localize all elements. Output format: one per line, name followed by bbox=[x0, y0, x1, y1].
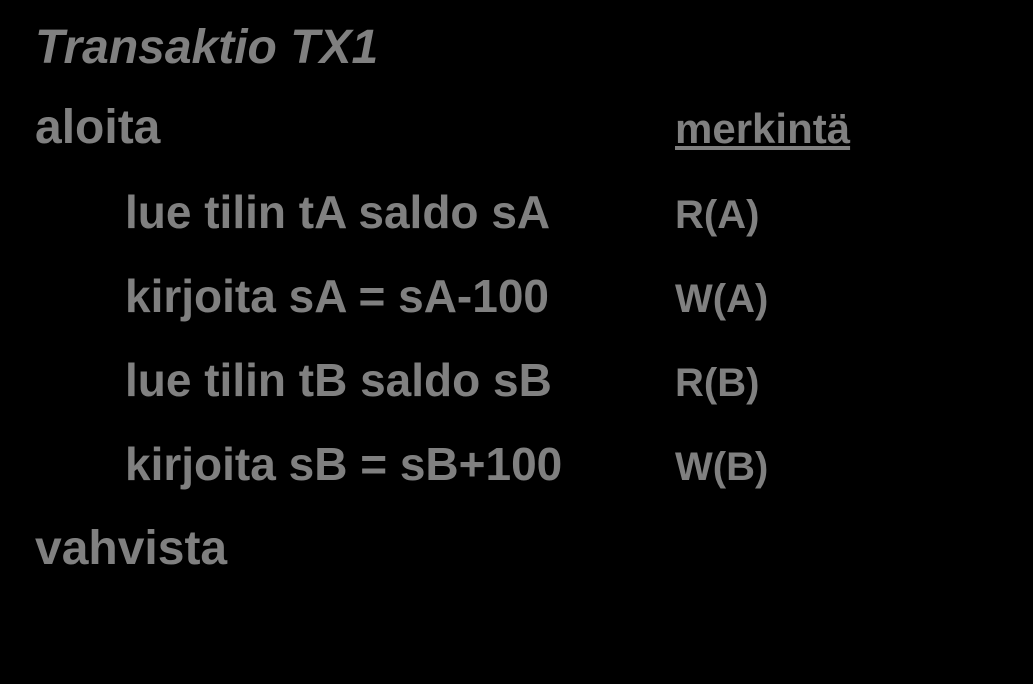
step-notation: W(B) bbox=[675, 445, 768, 490]
step-notation: R(A) bbox=[675, 193, 759, 238]
notation-header: merkintä bbox=[675, 105, 850, 153]
step-notation: W(A) bbox=[675, 277, 768, 322]
step-text: kirjoita sB = sB+100 bbox=[125, 437, 675, 491]
begin-keyword: aloita bbox=[35, 100, 675, 155]
step-row: lue tilin tB saldo sB R(B) bbox=[35, 353, 998, 407]
header-row: aloita merkintä bbox=[35, 100, 998, 155]
step-row: lue tilin tA saldo sA R(A) bbox=[35, 185, 998, 239]
step-text: lue tilin tB saldo sB bbox=[125, 353, 675, 407]
step-text: lue tilin tA saldo sA bbox=[125, 185, 675, 239]
step-row: kirjoita sB = sB+100 W(B) bbox=[35, 437, 998, 491]
step-row: kirjoita sA = sA-100 W(A) bbox=[35, 269, 998, 323]
step-text: kirjoita sA = sA-100 bbox=[125, 269, 675, 323]
end-keyword: vahvista bbox=[35, 521, 998, 576]
transaction-title: Transaktio TX1 bbox=[35, 20, 998, 75]
step-notation: R(B) bbox=[675, 361, 759, 406]
